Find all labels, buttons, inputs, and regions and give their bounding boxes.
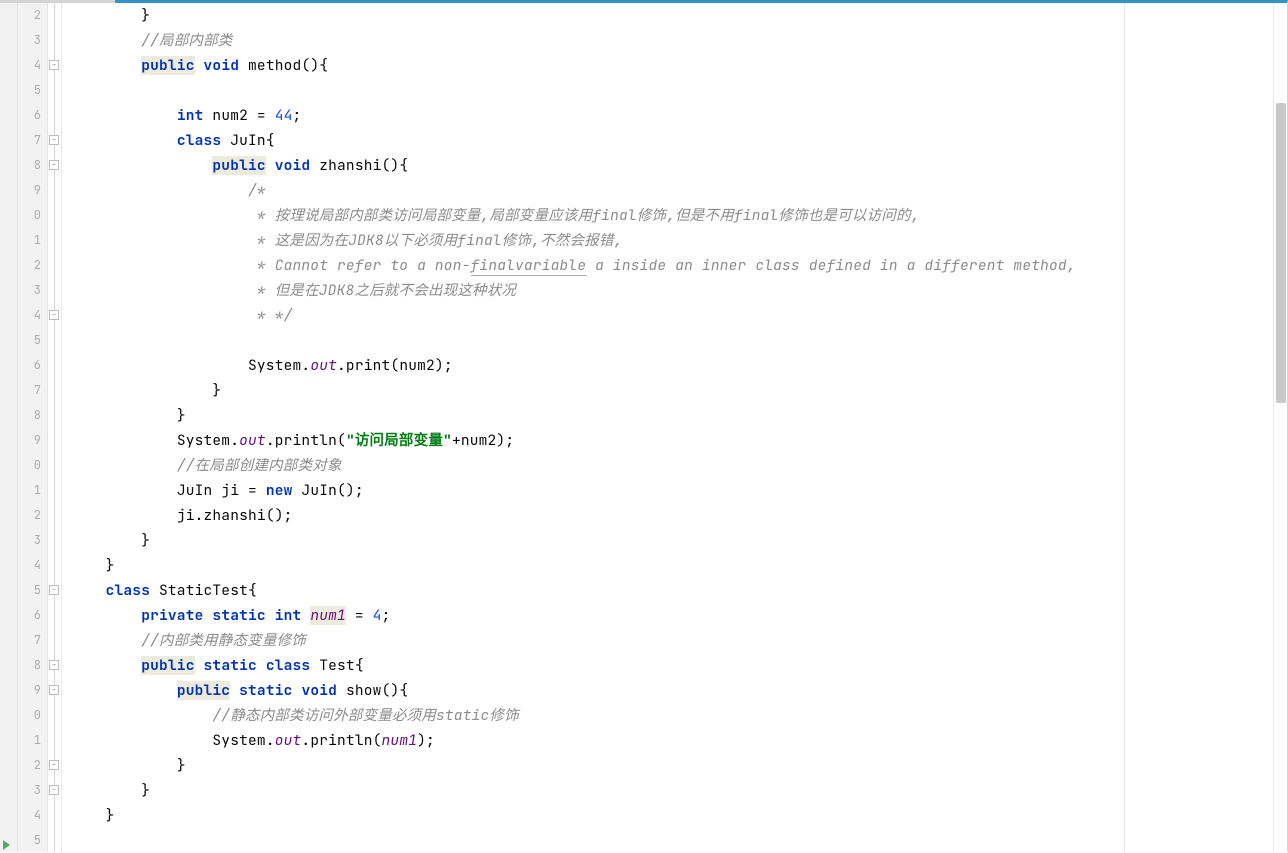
line-number: 8 xyxy=(18,653,41,678)
code-line[interactable]: } xyxy=(62,753,1076,778)
code-line[interactable]: public static void show(){ xyxy=(62,678,1076,703)
fold-toggle-icon[interactable]: − xyxy=(49,585,59,595)
code-line[interactable]: } xyxy=(62,553,1076,578)
fold-toggle-icon[interactable]: − xyxy=(49,785,59,795)
code-line[interactable] xyxy=(62,328,1076,353)
line-number: 3 xyxy=(18,778,41,803)
line-number: 7 xyxy=(18,378,41,403)
line-number: 1 xyxy=(18,228,41,253)
code-line[interactable]: public void method(){ xyxy=(62,53,1076,78)
fold-toggle-icon[interactable]: − xyxy=(49,685,59,695)
line-number: 4 xyxy=(18,803,41,828)
line-number: 5 xyxy=(18,578,41,603)
line-number: 5 xyxy=(18,78,41,103)
code-line[interactable]: * */ xyxy=(62,303,1076,328)
fold-gutter: − − − − − − − − − xyxy=(48,3,62,852)
fold-toggle-icon[interactable]: − xyxy=(49,310,59,320)
fold-toggle-icon[interactable]: − xyxy=(49,660,59,670)
code-line[interactable]: } xyxy=(62,778,1076,803)
line-number: 4 xyxy=(18,303,41,328)
code-line[interactable]: System.out.print(num2); xyxy=(62,353,1076,378)
line-number: 1 xyxy=(18,478,41,503)
line-number: 0 xyxy=(18,703,41,728)
line-number: 2 xyxy=(18,253,41,278)
code-line[interactable]: } xyxy=(62,403,1076,428)
line-number: 3 xyxy=(18,278,41,303)
code-line[interactable]: public static class Test{ xyxy=(62,653,1076,678)
code-line[interactable]: class StaticTest{ xyxy=(62,578,1076,603)
fold-toggle-icon[interactable]: − xyxy=(49,160,59,170)
fold-toggle-icon[interactable]: − xyxy=(49,60,59,70)
code-line[interactable]: //局部内部类 xyxy=(62,28,1076,53)
fold-toggle-icon[interactable]: − xyxy=(49,135,59,145)
code-line[interactable]: * 但是在JDK8之后就不会出现这种状况 xyxy=(62,278,1076,303)
line-number: 2 xyxy=(18,3,41,28)
code-line[interactable]: * 这是因为在JDK8以下必须用final修饰,不然会报错, xyxy=(62,228,1076,253)
code-line[interactable]: //在局部创建内部类对象 xyxy=(62,453,1076,478)
scroll-thumb[interactable] xyxy=(1276,103,1286,403)
code-line[interactable]: } xyxy=(62,803,1076,828)
code-line[interactable]: * Cannot refer to a non-finalvariable a … xyxy=(62,253,1076,278)
code-line[interactable]: public void zhanshi(){ xyxy=(62,153,1076,178)
code-line[interactable]: } xyxy=(62,378,1076,403)
line-number: 9 xyxy=(18,178,41,203)
code-editor: 2 3 4 5 6 7 8 9 0 1 2 3 4 5 6 7 8 9 0 1 … xyxy=(0,0,1288,852)
line-number: 9 xyxy=(18,428,41,453)
line-number: 4 xyxy=(18,53,41,78)
line-number: 7 xyxy=(18,628,41,653)
line-number: 6 xyxy=(18,603,41,628)
code-line[interactable]: //内部类用静态变量修饰 xyxy=(62,628,1076,653)
code-line[interactable]: //静态内部类访问外部变量必须用static修饰 xyxy=(62,703,1076,728)
line-number: 2 xyxy=(18,753,41,778)
fold-toggle-icon[interactable]: − xyxy=(49,760,59,770)
line-number: 7 xyxy=(18,128,41,153)
code-line[interactable]: /* xyxy=(62,178,1076,203)
line-number: 6 xyxy=(18,353,41,378)
code-line[interactable]: System.out.println(num1); xyxy=(62,728,1076,753)
code-line[interactable]: ji.zhanshi(); xyxy=(62,503,1076,528)
line-number: 5 xyxy=(18,328,41,353)
code-line[interactable] xyxy=(62,78,1076,103)
line-number: 8 xyxy=(18,153,41,178)
line-number: 8 xyxy=(18,403,41,428)
code-area[interactable]: } //局部内部类 public void method(){ int num2… xyxy=(62,3,1273,852)
code-line[interactable]: } xyxy=(62,528,1076,553)
line-number: 1 xyxy=(18,728,41,753)
right-margin-line xyxy=(1124,3,1125,852)
line-number: 3 xyxy=(18,528,41,553)
code-line[interactable]: private static int num1 = 4; xyxy=(62,603,1076,628)
line-number: 6 xyxy=(18,103,41,128)
line-number-gutter: 2 3 4 5 6 7 8 9 0 1 2 3 4 5 6 7 8 9 0 1 … xyxy=(18,3,48,852)
line-number: 5 xyxy=(18,828,41,853)
line-number: 0 xyxy=(18,203,41,228)
line-number: 2 xyxy=(18,503,41,528)
code-line[interactable]: * 按理说局部内部类访问局部变量,局部变量应该用final修饰,但是不用fina… xyxy=(62,203,1076,228)
line-number: 9 xyxy=(18,678,41,703)
run-icon[interactable] xyxy=(3,840,10,850)
code-line[interactable]: System.out.println("访问局部变量"+num2); xyxy=(62,428,1076,453)
code-line[interactable]: int num2 = 44; xyxy=(62,103,1076,128)
vertical-scrollbar[interactable] xyxy=(1273,3,1287,852)
line-number: 0 xyxy=(18,453,41,478)
code-line[interactable]: } xyxy=(62,3,1076,28)
code-line[interactable]: class JuIn{ xyxy=(62,128,1076,153)
code-line[interactable]: JuIn ji = new JuIn(); xyxy=(62,478,1076,503)
line-number: 3 xyxy=(18,28,41,53)
line-number: 4 xyxy=(18,553,41,578)
app-gutter xyxy=(0,3,18,852)
